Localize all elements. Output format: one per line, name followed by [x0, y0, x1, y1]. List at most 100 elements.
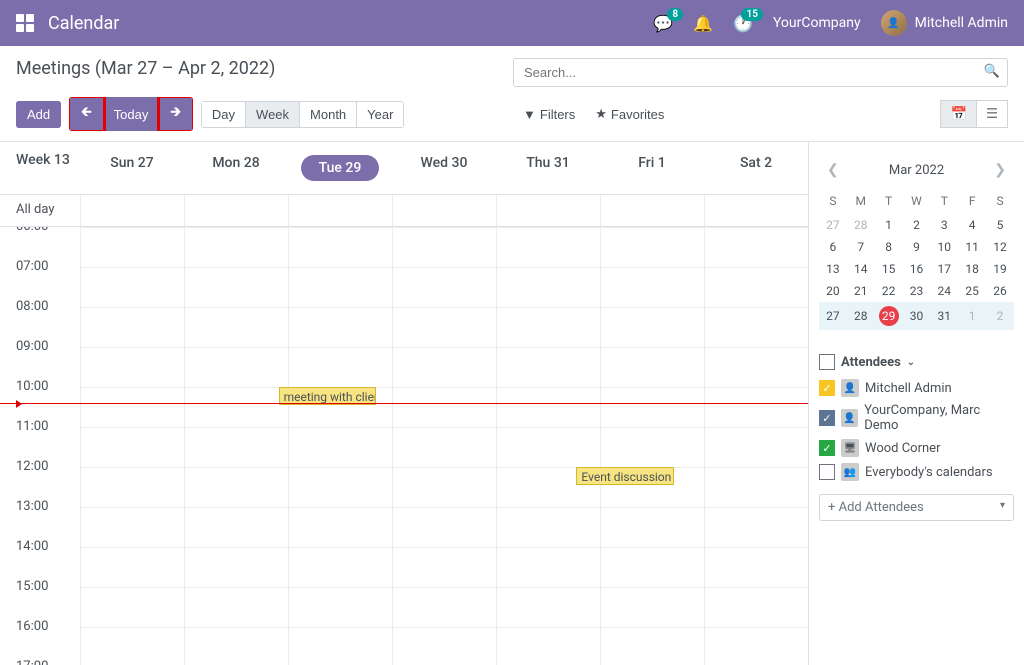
time-cell[interactable] — [600, 308, 704, 347]
time-cell[interactable] — [184, 588, 288, 627]
minical-day[interactable]: 27 — [819, 214, 847, 236]
time-cell[interactable] — [704, 388, 808, 427]
time-cell[interactable] — [80, 228, 184, 267]
attendee-item[interactable]: 👥Everybody's calendars — [819, 460, 1014, 484]
time-cell[interactable] — [288, 268, 392, 307]
minical-day[interactable]: 29 — [875, 302, 903, 330]
time-cell[interactable] — [184, 348, 288, 387]
time-cell[interactable] — [600, 548, 704, 587]
time-cell[interactable] — [704, 228, 808, 267]
minical-day[interactable]: 26 — [986, 280, 1014, 302]
minical-day[interactable]: 11 — [958, 236, 986, 258]
allday-cell[interactable] — [80, 195, 184, 226]
time-cell[interactable] — [288, 508, 392, 547]
time-cell[interactable] — [704, 628, 808, 665]
minical-day[interactable]: 28 — [847, 214, 875, 236]
search-icon[interactable]: 🔍 — [984, 64, 1000, 79]
minical-day[interactable]: 17 — [930, 258, 958, 280]
apps-icon[interactable] — [16, 14, 34, 32]
time-cell[interactable] — [704, 508, 808, 547]
time-cell[interactable] — [288, 588, 392, 627]
day-header[interactable]: Sun 27 — [80, 152, 184, 184]
minical-day[interactable]: 24 — [930, 280, 958, 302]
minical-day[interactable]: 15 — [875, 258, 903, 280]
time-cell[interactable] — [184, 428, 288, 467]
minical-prev[interactable]: ❮ — [823, 158, 843, 182]
time-cell[interactable] — [600, 268, 704, 307]
minical-day[interactable]: 2 — [986, 302, 1014, 330]
minical-next[interactable]: ❯ — [990, 158, 1010, 182]
attendee-item[interactable]: ✓🖥Wood Corner — [819, 436, 1014, 460]
time-cell[interactable] — [496, 628, 600, 665]
minical-day[interactable]: 6 — [819, 236, 847, 258]
time-cell[interactable] — [600, 428, 704, 467]
time-cell[interactable] — [184, 508, 288, 547]
day-header[interactable]: Mon 28 — [184, 152, 288, 184]
today-button[interactable]: Today — [104, 97, 160, 131]
time-cell[interactable] — [392, 428, 496, 467]
minical-day[interactable]: 3 — [930, 214, 958, 236]
prev-button[interactable]: 🡰 — [69, 97, 104, 131]
add-attendees[interactable]: + Add Attendees ▾ — [819, 494, 1014, 521]
time-cell[interactable] — [600, 348, 704, 387]
time-cell[interactable] — [288, 548, 392, 587]
time-cell[interactable] — [288, 228, 392, 267]
time-cell[interactable] — [704, 348, 808, 387]
time-cell[interactable] — [496, 268, 600, 307]
time-cell[interactable] — [392, 468, 496, 507]
time-cell[interactable] — [496, 388, 600, 427]
time-cell[interactable] — [704, 468, 808, 507]
attendees-header[interactable]: Attendees ⌄ — [819, 354, 1014, 370]
allday-cell[interactable] — [496, 195, 600, 226]
minical-day[interactable]: 2 — [903, 214, 931, 236]
time-cell[interactable] — [392, 588, 496, 627]
time-cell[interactable] — [80, 588, 184, 627]
time-cell[interactable] — [80, 268, 184, 307]
minical-day[interactable]: 25 — [958, 280, 986, 302]
time-cell[interactable] — [496, 588, 600, 627]
day-header[interactable]: Thu 31 — [496, 152, 600, 184]
add-button[interactable]: Add — [16, 101, 61, 128]
time-cell[interactable] — [288, 348, 392, 387]
minical-day[interactable]: 10 — [930, 236, 958, 258]
time-cell[interactable] — [496, 428, 600, 467]
scale-week-button[interactable]: Week — [246, 101, 300, 128]
attendee-checkbox[interactable] — [819, 464, 835, 480]
minical-day[interactable]: 12 — [986, 236, 1014, 258]
time-cell[interactable] — [392, 388, 496, 427]
time-cell[interactable] — [184, 268, 288, 307]
time-cell[interactable] — [288, 468, 392, 507]
minical-day[interactable]: 18 — [958, 258, 986, 280]
attendee-checkbox[interactable]: ✓ — [819, 410, 835, 426]
time-cell[interactable] — [600, 628, 704, 665]
time-cell[interactable] — [600, 228, 704, 267]
allday-cell[interactable] — [288, 195, 392, 226]
scale-year-button[interactable]: Year — [357, 101, 404, 128]
allday-cell[interactable] — [600, 195, 704, 226]
minical-day[interactable]: 23 — [903, 280, 931, 302]
minical-day[interactable]: 31 — [930, 302, 958, 330]
time-cell[interactable] — [392, 508, 496, 547]
minical-day[interactable]: 13 — [819, 258, 847, 280]
minical-day[interactable]: 21 — [847, 280, 875, 302]
minical-day[interactable]: 9 — [903, 236, 931, 258]
time-cell[interactable] — [80, 628, 184, 665]
minical-day[interactable]: 4 — [958, 214, 986, 236]
time-cell[interactable] — [496, 228, 600, 267]
day-header[interactable]: Tue 29 — [288, 152, 392, 184]
attendees-checkbox[interactable] — [819, 354, 835, 370]
attendee-item[interactable]: ✓👤YourCompany, Marc Demo — [819, 400, 1014, 436]
minical-day[interactable]: 19 — [986, 258, 1014, 280]
time-cell[interactable] — [600, 508, 704, 547]
user-menu[interactable]: 👤 Mitchell Admin — [881, 10, 1008, 36]
calendar-event[interactable]: Event discussion — [576, 467, 673, 485]
time-cell[interactable] — [392, 348, 496, 387]
minical-day[interactable]: 30 — [903, 302, 931, 330]
minical-day[interactable]: 7 — [847, 236, 875, 258]
time-cell[interactable] — [80, 308, 184, 347]
time-cell[interactable] — [392, 268, 496, 307]
minical-day[interactable]: 1 — [875, 214, 903, 236]
minical-day[interactable]: 1 — [958, 302, 986, 330]
minical-day[interactable]: 8 — [875, 236, 903, 258]
time-cell[interactable] — [392, 628, 496, 665]
